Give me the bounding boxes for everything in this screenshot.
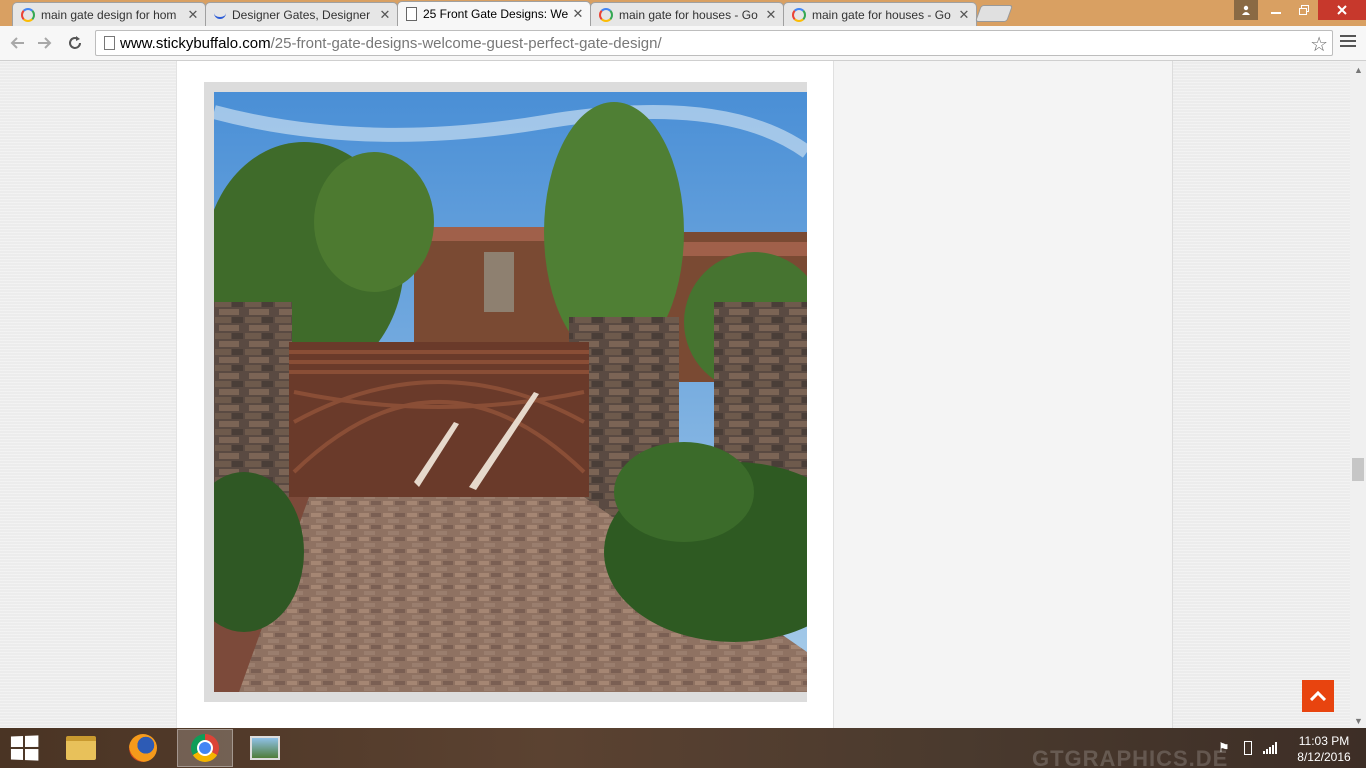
forward-arrow-icon bbox=[38, 37, 52, 49]
folder-icon bbox=[66, 736, 96, 760]
battery-icon[interactable] bbox=[1244, 741, 1252, 755]
taskbar-chrome[interactable] bbox=[177, 729, 233, 767]
google-icon bbox=[792, 7, 806, 22]
address-bar[interactable]: www.stickybuffalo.com/25-front-gate-desi… bbox=[95, 30, 1333, 56]
wallpaper-watermark: GTGRAPHICS.DE bbox=[1032, 746, 1229, 768]
tab-designer-gates[interactable]: Designer Gates, Designer ✕ bbox=[205, 2, 398, 26]
tab-strip: main gate design for hom ✕ Designer Gate… bbox=[0, 0, 1366, 26]
page-scrollbar[interactable]: ▲ ▼ bbox=[1350, 61, 1366, 728]
clock-time: 11:03 PM bbox=[1298, 734, 1350, 748]
network-signal-icon[interactable] bbox=[1263, 742, 1277, 754]
clock-date: 8/12/2016 bbox=[1297, 750, 1351, 764]
forward-button[interactable] bbox=[33, 32, 57, 54]
tab-title: main gate for houses - Go bbox=[812, 7, 951, 22]
restore-button[interactable] bbox=[1290, 0, 1318, 20]
windows-taskbar: GTGRAPHICS.DE ⚑ 11:03 PM 8/12/2016 bbox=[0, 728, 1366, 768]
chrome-menu-icon[interactable] bbox=[1340, 33, 1356, 49]
copper-gate-driveway-photo bbox=[214, 92, 807, 692]
chevron-up-icon bbox=[1310, 691, 1326, 701]
tab-close-icon[interactable]: ✕ bbox=[765, 7, 777, 23]
tab-google-search-2[interactable]: main gate for houses - Go ✕ bbox=[590, 2, 784, 26]
sidebar bbox=[833, 61, 1173, 728]
tab-title: 25 Front Gate Designs: We bbox=[423, 7, 568, 21]
google-icon bbox=[599, 7, 613, 22]
windows-start-icon[interactable] bbox=[10, 735, 39, 761]
taskbar-file-explorer[interactable] bbox=[53, 729, 109, 767]
back-to-top-button[interactable] bbox=[1302, 680, 1334, 712]
reload-button[interactable] bbox=[63, 32, 87, 54]
user-icon bbox=[1242, 5, 1250, 15]
tab-title: Designer Gates, Designer bbox=[232, 7, 371, 22]
scroll-up-arrow-icon[interactable]: ▲ bbox=[1354, 65, 1363, 75]
designer-gates-icon bbox=[214, 11, 226, 19]
close-icon bbox=[1337, 5, 1347, 15]
url-text[interactable]: www.stickybuffalo.com/25-front-gate-desi… bbox=[120, 35, 662, 52]
tab-close-icon[interactable]: ✕ bbox=[572, 6, 584, 22]
minimize-button[interactable] bbox=[1262, 0, 1290, 20]
window-close-button[interactable] bbox=[1318, 0, 1366, 20]
page-viewport bbox=[0, 61, 1350, 728]
gate-photo-frame bbox=[204, 82, 807, 702]
browser-toolbar: www.stickybuffalo.com/25-front-gate-desi… bbox=[0, 26, 1366, 61]
chrome-icon bbox=[191, 734, 219, 762]
user-profile-button[interactable] bbox=[1234, 0, 1258, 20]
scroll-down-arrow-icon[interactable]: ▼ bbox=[1354, 716, 1363, 726]
restore-icon bbox=[1299, 5, 1309, 15]
url-path: /25-front-gate-designs-welcome-guest-per… bbox=[270, 35, 662, 52]
photos-icon bbox=[250, 736, 280, 760]
tab-front-gate-designs[interactable]: 25 Front Gate Designs: We ✕ bbox=[397, 1, 591, 26]
tab-title: main gate design for hom bbox=[41, 7, 177, 22]
bookmark-star-icon[interactable]: ☆ bbox=[1310, 32, 1328, 57]
back-arrow-icon bbox=[10, 37, 24, 49]
google-icon bbox=[21, 7, 35, 22]
reload-icon bbox=[69, 36, 81, 49]
taskbar-photos[interactable] bbox=[237, 729, 293, 767]
tab-close-icon[interactable]: ✕ bbox=[187, 7, 199, 23]
back-button[interactable] bbox=[5, 32, 29, 54]
taskbar-firefox[interactable] bbox=[115, 729, 171, 767]
system-clock[interactable]: 11:03 PM 8/12/2016 bbox=[1290, 733, 1358, 765]
firefox-icon bbox=[129, 734, 157, 762]
scrollbar-thumb[interactable] bbox=[1352, 458, 1364, 481]
page-icon bbox=[104, 36, 115, 50]
tab-title: main gate for houses - Go bbox=[619, 7, 758, 22]
new-tab-button[interactable] bbox=[974, 5, 1014, 22]
action-center-flag-icon[interactable]: ⚑ bbox=[1218, 740, 1230, 756]
tab-close-icon[interactable]: ✕ bbox=[958, 7, 970, 23]
tab-google-search-1[interactable]: main gate design for hom ✕ bbox=[12, 2, 206, 26]
tab-close-icon[interactable]: ✕ bbox=[379, 7, 391, 23]
page-icon bbox=[406, 7, 417, 21]
minimize-icon bbox=[1271, 12, 1281, 14]
article-content bbox=[176, 61, 833, 728]
url-host: www.stickybuffalo.com bbox=[120, 35, 271, 52]
gate-photo[interactable] bbox=[214, 92, 807, 692]
tab-google-search-3[interactable]: main gate for houses - Go ✕ bbox=[783, 2, 977, 26]
